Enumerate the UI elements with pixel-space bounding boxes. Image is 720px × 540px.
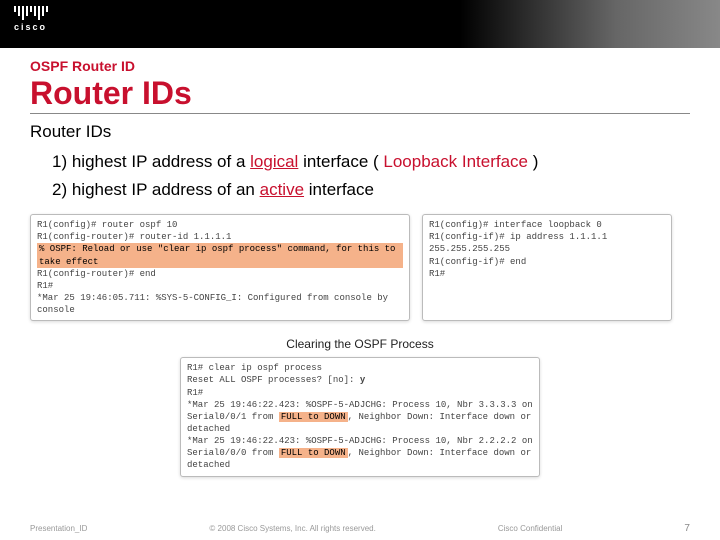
terminal-clear-process: R1# clear ip ospf process Reset ALL OSPF… xyxy=(180,357,540,476)
slide-content: OSPF Router ID Router IDs Router IDs 1) … xyxy=(0,48,720,477)
footer-confidential: Cisco Confidential xyxy=(498,524,562,533)
page-title: Router IDs xyxy=(30,76,690,111)
section-label: Clearing the OSPF Process xyxy=(30,337,690,351)
footer-copyright: © 2008 Cisco Systems, Inc. All rights re… xyxy=(209,524,375,533)
terminal-loopback: R1(config)# interface loopback 0 R1(conf… xyxy=(422,214,672,321)
header-gradient xyxy=(460,0,720,48)
section-clear-ospf: Clearing the OSPF Process R1# clear ip o… xyxy=(30,337,690,476)
top-bar: cisco xyxy=(0,0,720,48)
brand-text: cisco xyxy=(14,22,48,32)
divider xyxy=(30,113,690,114)
subtitle: Router IDs xyxy=(30,122,690,142)
terminal-router-id: R1(config)# router ospf 10 R1(config-rou… xyxy=(30,214,410,321)
terminal-row: R1(config)# router ospf 10 R1(config-rou… xyxy=(30,214,690,321)
bullet-list: 1) highest IP address of a logical inter… xyxy=(30,152,690,200)
kicker: OSPF Router ID xyxy=(30,58,690,74)
highlight-full-to-down-2: FULL to DOWN xyxy=(279,448,348,458)
page-number: 7 xyxy=(684,523,690,534)
highlight-full-to-down-1: FULL to DOWN xyxy=(279,412,348,422)
emph-active: active xyxy=(260,180,304,199)
emph-logical: logical xyxy=(250,152,298,171)
cisco-logo: cisco xyxy=(14,6,48,32)
footer: Presentation_ID © 2008 Cisco Systems, In… xyxy=(0,523,720,534)
bullet-2: 2) highest IP address of an active inter… xyxy=(52,180,690,200)
emph-loopback: Loopback Interface xyxy=(383,152,528,171)
footer-left: Presentation_ID xyxy=(30,524,87,533)
bullet-1: 1) highest IP address of a logical inter… xyxy=(52,152,690,172)
highlight-warning: % OSPF: Reload or use "clear ip ospf pro… xyxy=(37,243,403,267)
